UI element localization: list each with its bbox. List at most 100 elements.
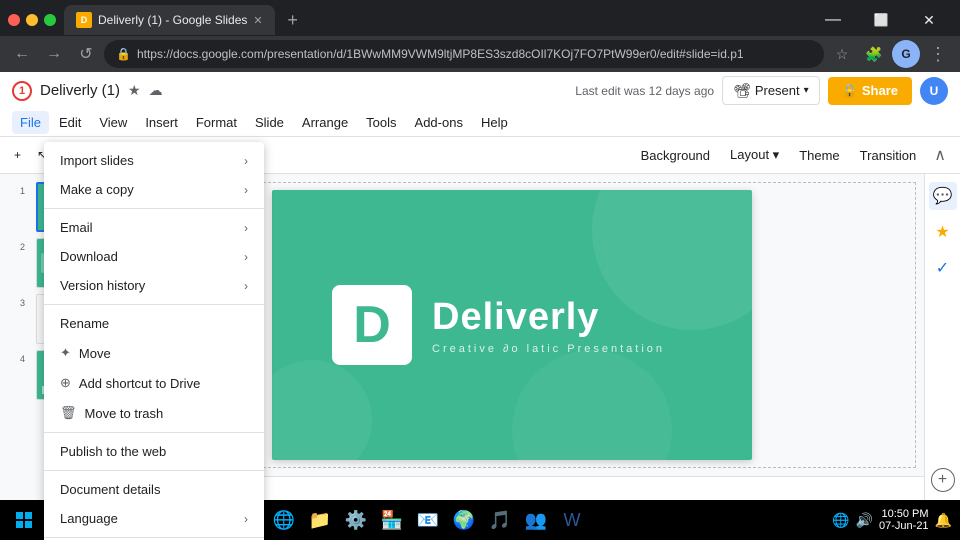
present-button[interactable]: 📽 Present ▾ xyxy=(722,76,820,105)
taskbar-time: 10:50 PM xyxy=(881,508,928,520)
more-icon[interactable]: ⋮ xyxy=(924,40,952,68)
right-panel: 💬 ★ ✓ + xyxy=(924,174,960,500)
taskbar-network-icon[interactable]: 🌐 xyxy=(832,512,849,529)
last-edit-text: Last edit was 12 days ago xyxy=(575,84,714,98)
taskbar-notification-icon[interactable]: 🔔 xyxy=(935,512,952,529)
minimize-btn[interactable] xyxy=(8,14,20,26)
slide-title: Deliverly xyxy=(432,296,665,339)
present-label: Present xyxy=(755,83,800,98)
back-btn[interactable]: ← xyxy=(8,40,36,68)
dd-publish[interactable]: Publish to the web xyxy=(44,437,264,466)
win-close[interactable]: ✕ xyxy=(906,5,952,35)
taskbar-right: 🌐 🔊 10:50 PM 07-Jun-21 🔔 xyxy=(832,508,952,532)
dd-import-slides[interactable]: Import slides › xyxy=(44,146,264,175)
taskbar-folder-icon[interactable]: 📁 xyxy=(304,504,336,536)
dd-sep4 xyxy=(44,470,264,471)
taskbar-settings-icon[interactable]: ⚙️ xyxy=(340,504,372,536)
toolbar-insert-btn[interactable]: + xyxy=(8,144,27,166)
cloud-icon[interactable]: ☁ xyxy=(149,82,163,99)
dd-move[interactable]: ✦ Move xyxy=(44,338,264,368)
dd-download[interactable]: Download › xyxy=(44,242,264,271)
address-bar[interactable]: 🔒 https://docs.google.com/presentation/d… xyxy=(104,40,824,68)
taskbar-store-icon[interactable]: 🏪 xyxy=(376,504,408,536)
panel-star-icon[interactable]: ★ xyxy=(929,218,957,246)
move-icon: ✦ xyxy=(60,345,71,361)
taskbar-volume-icon[interactable]: 🔊 xyxy=(856,512,873,529)
slide-logo-letter: D xyxy=(353,299,391,351)
profile-icon[interactable]: G xyxy=(892,40,920,68)
doc-title: Deliverly (1) xyxy=(40,82,120,99)
menu-insert[interactable]: Insert xyxy=(137,111,186,134)
bookmark-icon[interactable]: ☆ xyxy=(828,40,856,68)
url-text: https://docs.google.com/presentation/d/1… xyxy=(137,47,812,61)
slide-main: D Deliverly Creative ∂o latic Presentati… xyxy=(272,190,752,460)
toolbar-layout[interactable]: Layout ▾ xyxy=(722,143,787,167)
extensions-icon[interactable]: 🧩 xyxy=(860,40,888,68)
toolbar-background[interactable]: Background xyxy=(633,144,718,167)
panel-chat-icon[interactable]: 💬 xyxy=(929,182,957,210)
slide-number-4: 4 xyxy=(20,350,32,364)
trash-icon: 🗑 xyxy=(60,405,77,421)
taskbar-apps: 🌐 📁 ⚙️ 🏪 📧 🌍 🎵 👥 W xyxy=(268,504,828,536)
reload-btn[interactable]: ↺ xyxy=(72,40,100,68)
present-dropdown-icon: ▾ xyxy=(804,85,809,96)
taskbar-outlook-icon[interactable]: 📧 xyxy=(412,504,444,536)
toolbar-theme[interactable]: Theme xyxy=(791,144,847,167)
new-tab-btn[interactable]: + xyxy=(279,6,307,34)
dd-move-trash[interactable]: 🗑 Move to trash xyxy=(44,398,264,428)
dd-email[interactable]: Email › xyxy=(44,213,264,242)
present-icon: 📽 xyxy=(733,82,751,99)
win-minimize[interactable]: — xyxy=(810,5,856,35)
user-avatar[interactable]: U xyxy=(920,77,948,105)
taskbar-teams-icon[interactable]: 👥 xyxy=(520,504,552,536)
menu-bar: File Edit View Insert Format Slide Arran… xyxy=(0,109,960,137)
toolbar-transition[interactable]: Transition xyxy=(852,144,925,167)
slide-number-1: 1 xyxy=(20,182,32,196)
toolbar-collapse[interactable]: ∧ xyxy=(928,141,952,169)
menu-arrange[interactable]: Arrange xyxy=(294,111,356,134)
nav-bar: ← → ↺ 🔒 https://docs.google.com/presenta… xyxy=(0,36,960,72)
dd-sep2 xyxy=(44,304,264,305)
taskbar-edge-icon[interactable]: 🌐 xyxy=(268,504,300,536)
panel-add-btn[interactable]: + xyxy=(931,468,955,492)
forward-btn[interactable]: → xyxy=(40,40,68,68)
slide-subtitle: Creative ∂o latic Presentation xyxy=(432,343,665,355)
panel-check-icon[interactable]: ✓ xyxy=(929,254,957,282)
menu-edit[interactable]: Edit xyxy=(51,111,89,134)
active-tab[interactable]: D Deliverly (1) - Google Slides ✕ xyxy=(64,5,275,35)
start-btn[interactable] xyxy=(8,504,40,536)
maximize-btn[interactable] xyxy=(26,14,38,26)
dd-sep1 xyxy=(44,208,264,209)
taskbar-spotify-icon[interactable]: 🎵 xyxy=(484,504,516,536)
menu-slide[interactable]: Slide xyxy=(247,111,292,134)
menu-help[interactable]: Help xyxy=(473,111,516,134)
slide-number-2: 2 xyxy=(20,238,32,252)
menu-format[interactable]: Format xyxy=(188,111,245,134)
close-btn[interactable] xyxy=(44,14,56,26)
share-button[interactable]: 🔒 Share xyxy=(828,77,912,105)
shortcut-icon: ⊕ xyxy=(60,375,71,391)
dd-make-copy[interactable]: Make a copy › xyxy=(44,175,264,204)
share-icon: 🔒 xyxy=(842,83,858,99)
dd-language[interactable]: Language › xyxy=(44,504,264,533)
dd-doc-details[interactable]: Document details xyxy=(44,475,264,504)
menu-view[interactable]: View xyxy=(91,111,135,134)
tab-title: Deliverly (1) - Google Slides xyxy=(98,13,247,27)
taskbar-word-icon[interactable]: W xyxy=(556,504,588,536)
star-icon[interactable]: ★ xyxy=(128,82,141,99)
dd-version-history[interactable]: Version history › xyxy=(44,271,264,300)
slide-logo-box: D xyxy=(332,285,412,365)
menu-file[interactable]: File xyxy=(12,111,49,134)
taskbar-date: 07-Jun-21 xyxy=(879,520,929,532)
dd-add-shortcut[interactable]: ⊕ Add shortcut to Drive xyxy=(44,368,264,398)
slide-logo-area: D Deliverly Creative ∂o latic Presentati… xyxy=(332,285,665,365)
taskbar-chrome-icon[interactable]: 🌍 xyxy=(448,504,480,536)
dd-rename[interactable]: Rename xyxy=(44,309,264,338)
menu-addons[interactable]: Add-ons xyxy=(407,111,471,134)
win-restore[interactable]: ⬜ xyxy=(858,5,904,35)
tab-bar: D Deliverly (1) - Google Slides ✕ + — ⬜ … xyxy=(0,0,960,36)
menu-tools[interactable]: Tools xyxy=(358,111,404,134)
tab-close-icon[interactable]: ✕ xyxy=(253,14,262,27)
share-label: Share xyxy=(862,83,898,98)
lock-icon: 🔒 xyxy=(116,47,131,61)
